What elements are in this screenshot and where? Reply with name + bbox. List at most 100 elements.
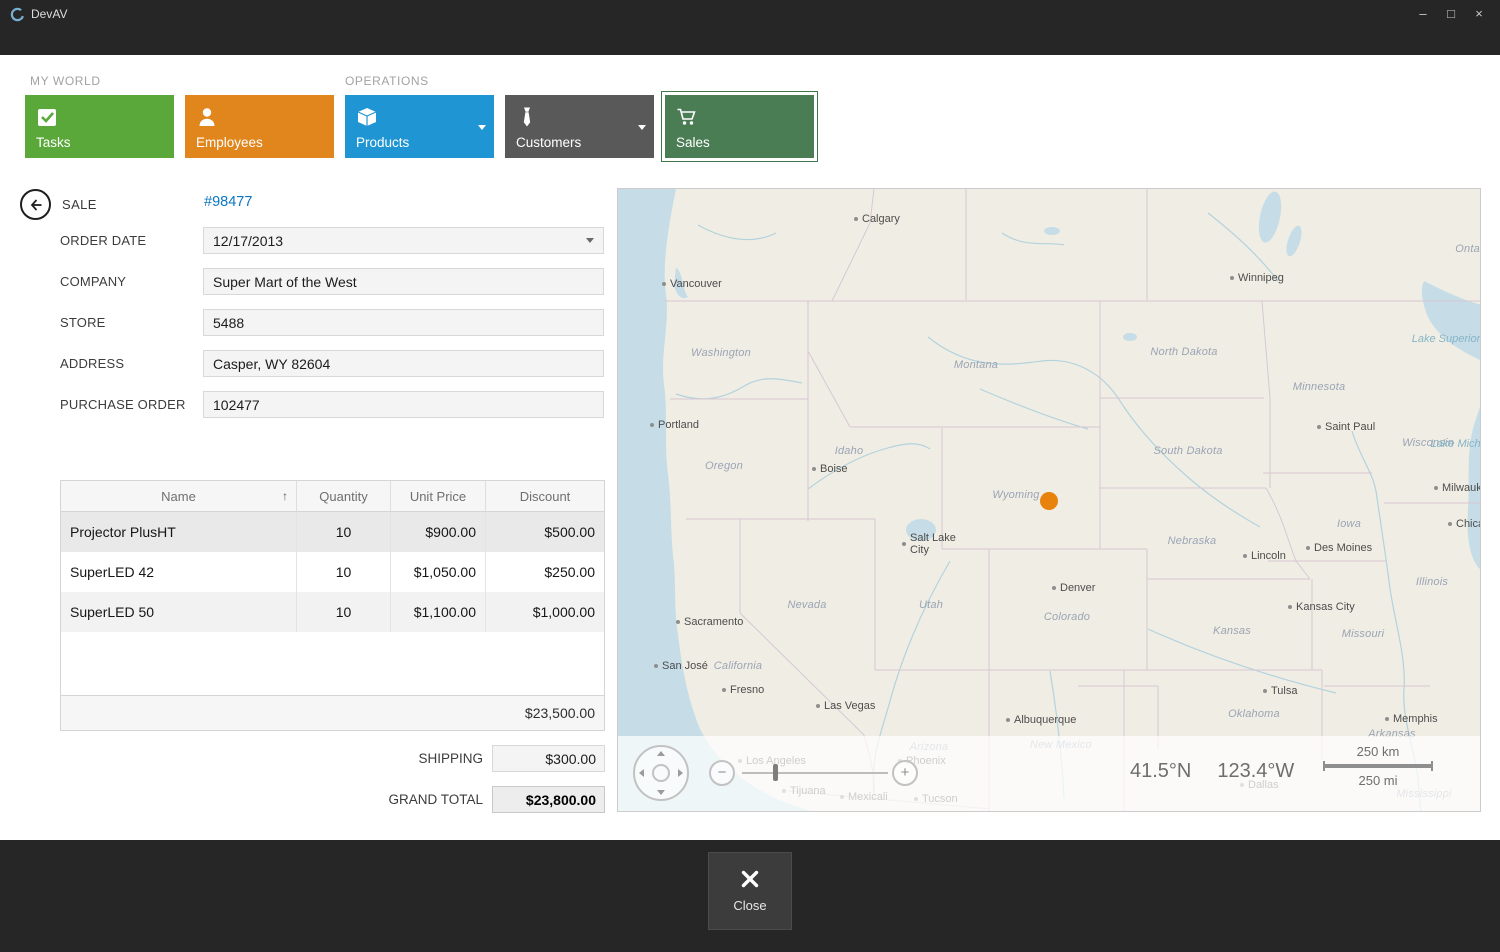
close-window-button[interactable]: ×: [1468, 5, 1490, 23]
map-city-label: Fresno: [730, 684, 764, 696]
store-label: STORE: [60, 315, 106, 330]
pan-down-icon[interactable]: [657, 790, 665, 795]
grand-total-value: $23,800.00: [492, 786, 605, 813]
shipping-label: SHIPPING: [283, 751, 483, 766]
map-state-label: Ontario: [1455, 243, 1481, 255]
map-city-label: Boise: [820, 463, 848, 475]
tile-tasks[interactable]: Tasks: [25, 95, 174, 158]
column-header-name[interactable]: Name ↑: [61, 481, 297, 511]
tile-employees[interactable]: Employees: [185, 95, 334, 158]
purchase-order-label: PURCHASE ORDER: [60, 397, 186, 412]
map-water-label: Lake Michigan: [1431, 438, 1481, 450]
pan-left-icon[interactable]: [639, 769, 644, 777]
table-row[interactable]: Projector PlusHT 10 $900.00 $500.00: [61, 512, 604, 552]
map-city-label: Winnipeg: [1238, 272, 1284, 284]
map-scale: 250 km 250 mi: [1323, 744, 1433, 788]
map-state-label: Montana: [954, 359, 998, 371]
map-state-label: Minnesota: [1293, 381, 1346, 393]
map-state-label: Nebraska: [1168, 535, 1217, 547]
column-header-quantity[interactable]: Quantity: [297, 481, 391, 511]
purchase-order-field[interactable]: [203, 391, 604, 418]
zoom-out-button[interactable]: −: [709, 760, 735, 786]
map-state-label: Utah: [919, 599, 943, 611]
tile-customers[interactable]: Customers: [505, 95, 654, 158]
table-row[interactable]: SuperLED 42 10 $1,050.00 $250.00: [61, 552, 604, 592]
tile-customers-label: Customers: [516, 135, 581, 150]
minimize-button[interactable]: –: [1412, 5, 1434, 23]
map-city-label: Milwaukee: [1442, 482, 1481, 494]
pan-up-icon[interactable]: [657, 751, 665, 756]
map-sale-marker[interactable]: [1040, 492, 1058, 510]
tile-sales-label: Sales: [676, 135, 710, 150]
tile-tasks-label: Tasks: [36, 135, 71, 150]
back-button[interactable]: [20, 189, 51, 220]
products-dropdown-icon[interactable]: [478, 125, 486, 130]
pan-right-icon[interactable]: [678, 769, 683, 777]
order-date-dropdown-icon[interactable]: [586, 238, 594, 243]
store-field[interactable]: [203, 309, 604, 336]
map-city-label: San José: [662, 660, 708, 672]
map-state-label: Washington: [691, 347, 751, 359]
map-state-label: Colorado: [1044, 611, 1090, 623]
person-icon: [196, 106, 218, 128]
map-city-label: Las Vegas: [824, 700, 875, 712]
tile-products[interactable]: Products: [345, 95, 494, 158]
address-label: ADDRESS: [60, 356, 124, 371]
map-state-label: Nevada: [787, 599, 826, 611]
map-state-label: California: [714, 660, 762, 672]
ribbon-tiles: Tasks Employees Products: [21, 91, 821, 162]
bottom-bar: Close: [0, 840, 1500, 952]
tile-products-label: Products: [356, 135, 409, 150]
map-city-label: Vancouver: [670, 278, 722, 290]
zoom-in-button[interactable]: +: [892, 760, 918, 786]
map-city-label: Lincoln: [1251, 550, 1286, 562]
items-subtotal: $23,500.00: [61, 695, 604, 730]
sort-ascending-icon[interactable]: ↑: [282, 489, 288, 503]
table-row[interactable]: SuperLED 50 10 $1,100.00 $1,000.00: [61, 592, 604, 632]
address-field[interactable]: [203, 350, 604, 377]
tile-employees-label: Employees: [196, 135, 263, 150]
close-icon: [740, 869, 760, 889]
close-button[interactable]: Close: [708, 852, 792, 930]
cart-icon: [676, 106, 698, 128]
map-city-label: Calgary: [862, 213, 900, 225]
map-state-label: North Dakota: [1150, 346, 1217, 358]
map-state-label: Wyoming: [992, 489, 1039, 501]
table-header: Name ↑ Quantity Unit Price Discount: [61, 481, 604, 512]
customers-dropdown-icon[interactable]: [638, 125, 646, 130]
map-control-bar: − + 41.5°N 123.4°W 250 km 250 mi: [618, 736, 1481, 811]
company-field[interactable]: [203, 268, 604, 295]
scale-mi-label: 250 mi: [1323, 773, 1433, 788]
map-city-label: Chicago: [1456, 518, 1481, 530]
main-content: MY WORLD OPERATIONS Tasks Employees: [0, 55, 1500, 840]
column-header-discount[interactable]: Discount: [486, 481, 604, 511]
map-pan-control[interactable]: [633, 745, 689, 801]
zoom-slider-handle[interactable]: [773, 764, 778, 781]
scale-mi-ruler: [1323, 766, 1433, 771]
ribbon-group-operations: OPERATIONS: [345, 74, 429, 88]
map-view[interactable]: Calgary Vancouver Winnipeg Portland Boise Sal…: [617, 188, 1481, 812]
app-logo: DevAV: [10, 7, 67, 22]
order-date-field[interactable]: [203, 227, 604, 254]
table-empty-area: [61, 632, 604, 695]
map-state-label: Idaho: [835, 445, 864, 457]
shipping-value: $300.00: [492, 745, 605, 772]
app-title: DevAV: [31, 7, 67, 21]
maximize-button[interactable]: □: [1440, 5, 1462, 23]
tile-sales[interactable]: Sales: [665, 95, 814, 158]
map-state-label: Iowa: [1337, 518, 1361, 530]
longitude-readout: 123.4°W: [1217, 760, 1294, 783]
devav-logo-icon: [10, 7, 25, 22]
tile-sales-selection-ring: Sales: [661, 91, 818, 162]
latitude-readout: 41.5°N: [1130, 760, 1191, 783]
titlebar: DevAV – □ ×: [0, 0, 1500, 28]
zoom-slider-track[interactable]: [742, 772, 888, 774]
map-city-label: Memphis: [1393, 713, 1438, 725]
map-city-label: Saint Paul: [1325, 421, 1375, 433]
column-header-unit-price[interactable]: Unit Price: [391, 481, 486, 511]
map-city-label: Albuquerque: [1014, 714, 1076, 726]
map-city-label: Salt Lake City: [910, 532, 956, 556]
map-state-label: Missouri: [1342, 628, 1385, 640]
checkbox-icon: [36, 106, 58, 128]
map-city-label: Portland: [658, 419, 699, 431]
